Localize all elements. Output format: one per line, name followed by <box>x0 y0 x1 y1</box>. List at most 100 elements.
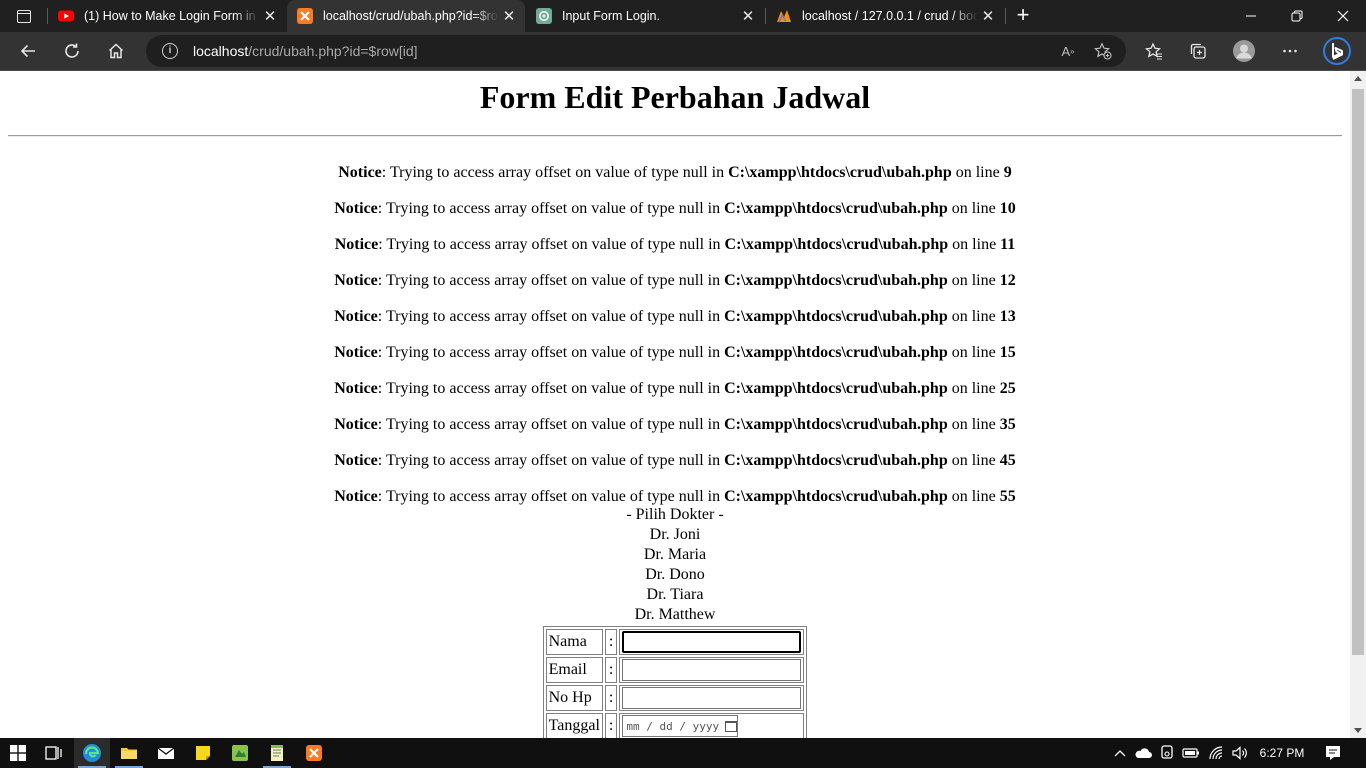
notice-line-number: 45 <box>999 452 1016 469</box>
notice-line-number: 13 <box>999 308 1016 325</box>
doctor-option[interactable]: Dr. Tiara <box>0 585 1350 605</box>
nama-input[interactable] <box>622 631 802 653</box>
field-label: No Hp <box>545 685 603 711</box>
tab-title: Input Form Login. <box>562 9 660 23</box>
meet-now-button[interactable] <box>1156 738 1178 768</box>
more-menu-button[interactable] <box>1274 36 1306 66</box>
notice-file: C:\xampp\htdocs\crud\ubah.php <box>724 416 948 433</box>
taskbar-app-green[interactable] <box>222 738 258 768</box>
edit-form-table: Nama : Email : No Hp : Tanggal : mm / dd… <box>542 626 808 738</box>
task-view-button[interactable] <box>36 738 72 768</box>
notice-label: Notice <box>334 200 378 217</box>
notice-on-line: on line <box>947 272 1000 289</box>
address-bar[interactable]: i localhost/crud/ubah.php?id=$row[id] A» <box>146 35 1126 67</box>
minimize-button[interactable] <box>1228 0 1274 32</box>
notice-label: Notice <box>334 308 378 325</box>
edge-icon <box>83 744 101 762</box>
collections-icon <box>1190 43 1206 59</box>
battery-button[interactable] <box>1180 738 1202 768</box>
doctor-option[interactable]: Dr. Matthew <box>0 605 1350 625</box>
tanggal-date-input[interactable]: mm / dd / yyyy <box>622 715 739 737</box>
taskbar-edge[interactable] <box>74 738 110 768</box>
page-scrollbar[interactable] <box>1350 71 1366 738</box>
refresh-button[interactable] <box>56 36 88 66</box>
scroll-thumb[interactable] <box>1352 89 1364 655</box>
close-tab-icon[interactable]: ✕ <box>260 6 280 26</box>
no-hp-input[interactable] <box>622 687 802 709</box>
show-hidden-icons-button[interactable] <box>1110 738 1130 768</box>
doctor-option[interactable]: Dr. Dono <box>0 565 1350 585</box>
doctor-option[interactable]: Dr. Joni <box>0 525 1350 545</box>
restore-button[interactable] <box>1274 0 1320 32</box>
close-tab-icon[interactable]: ✕ <box>978 6 998 26</box>
field-separator: : <box>604 629 618 655</box>
bing-copilot-button[interactable] <box>1321 36 1353 66</box>
collections-button[interactable] <box>1182 36 1214 66</box>
new-tab-button[interactable]: + <box>1011 4 1035 28</box>
scroll-up-arrow-icon[interactable] <box>1354 76 1362 81</box>
notice-on-line: on line <box>947 308 1000 325</box>
field-label: Tanggal <box>545 713 603 738</box>
form-row-email: Email : <box>545 657 805 683</box>
taskbar-xampp[interactable] <box>296 738 332 768</box>
browser-toolbar: i localhost/crud/ubah.php?id=$row[id] A» <box>0 32 1366 71</box>
tab-input-form-login[interactable]: Input Form Login. ✕ <box>526 0 764 32</box>
tab-phpmyadmin[interactable]: localhost / 127.0.0.1 / crud / boo ✕ <box>766 0 1004 32</box>
close-tab-icon[interactable]: ✕ <box>499 6 519 26</box>
taskbar-file-explorer[interactable] <box>111 738 147 768</box>
add-favorite-icon[interactable] <box>1093 41 1113 61</box>
start-button[interactable] <box>0 738 36 768</box>
scroll-down-arrow-icon[interactable] <box>1354 728 1362 733</box>
taskbar-notepad[interactable] <box>259 738 295 768</box>
notice-label: Notice <box>334 380 378 397</box>
volume-button[interactable] <box>1229 738 1251 768</box>
doctor-option[interactable]: - Pilih Dokter - <box>0 505 1350 525</box>
notice-line-number: 12 <box>999 272 1016 289</box>
onedrive-button[interactable] <box>1132 738 1154 768</box>
profile-avatar-icon <box>1233 40 1255 62</box>
notice-file: C:\xampp\htdocs\crud\ubah.php <box>724 488 948 505</box>
notice-file: C:\xampp\htdocs\crud\ubah.php <box>724 272 948 289</box>
tab-actions-icon <box>17 9 31 23</box>
php-notice: Notice: Trying to access array offset on… <box>0 199 1350 235</box>
clock[interactable]: 6:27 PM <box>1256 738 1308 768</box>
notice-label: Notice <box>338 164 382 181</box>
doctor-option[interactable]: Dr. Maria <box>0 545 1350 565</box>
notice-label: Notice <box>334 272 378 289</box>
home-button[interactable] <box>100 36 132 66</box>
doctor-option-list: - Pilih Dokter - Dr. Joni Dr. Maria Dr. … <box>0 505 1350 625</box>
close-window-icon <box>1337 10 1349 22</box>
taskbar-mail[interactable] <box>148 738 184 768</box>
xampp-icon <box>297 8 313 24</box>
favorites-button[interactable] <box>1138 36 1170 66</box>
notification-center-button[interactable] <box>1318 738 1348 768</box>
read-aloud-icon[interactable]: A» <box>1058 41 1078 61</box>
taskbar-sticky-notes[interactable] <box>185 738 221 768</box>
network-button[interactable] <box>1206 738 1228 768</box>
php-notice: Notice: Trying to access array offset on… <box>0 163 1350 199</box>
close-tab-icon[interactable]: ✕ <box>738 6 758 26</box>
notice-label: Notice <box>334 488 378 505</box>
xampp-icon <box>306 745 322 761</box>
info-icon[interactable]: i <box>162 43 178 59</box>
close-window-button[interactable] <box>1320 0 1366 32</box>
back-button[interactable] <box>12 36 44 66</box>
tab-actions-button[interactable] <box>8 4 40 28</box>
address-url[interactable]: localhost/crud/ubah.php?id=$row[id] <box>193 43 418 59</box>
tab-youtube[interactable]: (1) How to Make Login Form in P ✕ <box>48 0 286 32</box>
mail-icon <box>157 747 175 759</box>
profile-button[interactable] <box>1228 36 1260 66</box>
minimize-icon <box>1246 15 1256 17</box>
page-title: Form Edit Perbahan Jadwal <box>479 79 871 115</box>
url-path: /crud/ubah.php?id=$row[id] <box>248 43 418 59</box>
notice-label: Notice <box>334 452 378 469</box>
email-input[interactable] <box>622 659 802 681</box>
tab-ubah[interactable]: localhost/crud/ubah.php?id=$row ✕ <box>287 0 525 32</box>
notice-on-line: on line <box>948 236 1001 253</box>
tab-separator <box>1005 8 1006 24</box>
form-row-nohp: No Hp : <box>545 685 805 711</box>
bing-icon <box>1323 37 1351 65</box>
notice-line-number: 55 <box>999 488 1016 505</box>
notice-on-line: on line <box>947 452 1000 469</box>
calendar-icon[interactable] <box>725 720 738 732</box>
